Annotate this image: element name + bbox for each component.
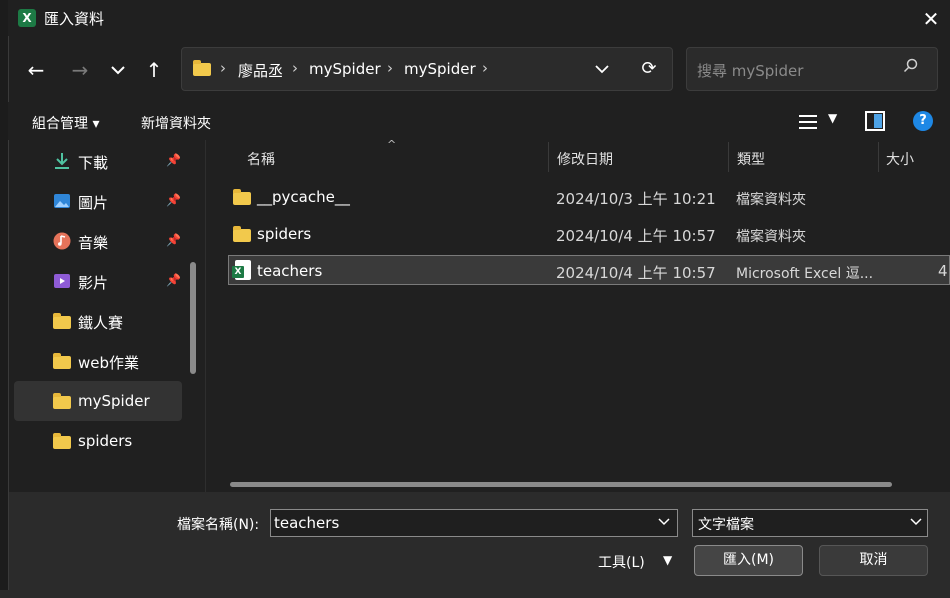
folder-icon xyxy=(233,226,251,242)
breadcrumb-separator: › xyxy=(292,59,298,77)
file-type: 檔案資料夾 xyxy=(736,192,806,208)
file-type-value: 文字檔案 xyxy=(698,517,754,533)
file-row[interactable]: __pycache__ 2024/10/3 上午 10:21 檔案資料夾 xyxy=(228,182,950,212)
recent-locations-chevron-icon[interactable] xyxy=(104,56,132,84)
preview-pane-icon[interactable] xyxy=(865,111,885,131)
up-arrow-icon[interactable]: ↑ xyxy=(140,56,168,84)
file-row[interactable]: spiders 2024/10/4 上午 10:57 檔案資料夾 xyxy=(228,219,950,249)
cancel-button[interactable]: 取消 xyxy=(819,545,928,576)
file-type-chevron-icon[interactable] xyxy=(910,515,922,530)
file-name: teachers xyxy=(257,262,323,280)
close-icon[interactable]: ✕ xyxy=(918,6,944,32)
tools-dropdown-caret-icon[interactable]: ▼ xyxy=(663,553,672,567)
sidebar-scrollbar[interactable] xyxy=(190,262,196,374)
title-bar xyxy=(8,0,950,36)
background-excel-strip xyxy=(0,590,950,598)
file-name: spiders xyxy=(257,225,312,243)
new-folder-button[interactable]: 新增資料夾 xyxy=(141,113,211,133)
sidebar-item-label: web作業 xyxy=(78,354,140,372)
excel-icon: X xyxy=(18,9,36,27)
sidebar-item-label: spiders xyxy=(78,432,133,450)
search-icon[interactable] xyxy=(903,58,919,78)
sidebar-item-music[interactable]: 音樂 📌 xyxy=(14,221,182,261)
dialog-title: 匯入資料 xyxy=(44,10,105,28)
column-header-date[interactable]: 修改日期 xyxy=(557,149,613,169)
pin-icon[interactable]: 📌 xyxy=(166,193,181,207)
pin-icon[interactable]: 📌 xyxy=(166,153,181,167)
videos-icon xyxy=(53,272,71,290)
column-header-size[interactable]: 大小 xyxy=(886,149,914,169)
column-divider[interactable] xyxy=(728,142,729,172)
sidebar-item-label: 音樂 xyxy=(78,234,109,252)
search-placeholder: 搜尋 mySpider xyxy=(697,62,804,80)
folder-icon xyxy=(233,189,251,205)
sidebar-item-folder[interactable]: spiders xyxy=(14,421,182,461)
breadcrumb-item[interactable]: 廖品丞 xyxy=(238,60,283,81)
organize-menu[interactable]: 組合管理 ▾ xyxy=(32,113,99,133)
folder-icon xyxy=(193,60,211,76)
column-header-type[interactable]: 類型 xyxy=(737,149,765,169)
dialog-footer xyxy=(9,492,950,590)
column-divider[interactable] xyxy=(548,142,549,172)
folder-icon xyxy=(53,433,71,449)
column-divider[interactable] xyxy=(878,142,879,172)
sidebar-item-folder[interactable]: web作業 xyxy=(14,341,182,381)
folder-icon xyxy=(53,313,71,329)
pane-divider xyxy=(205,140,206,492)
filename-dropdown-chevron-icon[interactable] xyxy=(658,515,670,530)
tools-menu[interactable]: 工具(L) xyxy=(598,552,645,572)
forward-arrow-icon[interactable]: → xyxy=(66,56,94,84)
sidebar-item-myspider[interactable]: mySpider xyxy=(14,381,182,421)
file-name: __pycache__ xyxy=(257,188,350,206)
pin-icon[interactable]: 📌 xyxy=(166,233,181,247)
sidebar-item-label: 下載 xyxy=(78,154,109,172)
sidebar-item-label: 鐵人賽 xyxy=(78,314,124,332)
column-header-name[interactable]: 名稱 xyxy=(247,149,275,169)
address-dropdown-chevron-icon[interactable] xyxy=(592,58,612,80)
pictures-icon xyxy=(53,192,71,210)
filename-input[interactable] xyxy=(270,509,678,537)
sidebar-item-label: 圖片 xyxy=(78,194,109,212)
sort-ascending-icon: ^ xyxy=(387,138,397,151)
file-row-selected[interactable]: teachers 2024/10/4 上午 10:57 Microsoft Ex… xyxy=(228,255,950,285)
filename-label: 檔案名稱(N): xyxy=(177,517,260,533)
horizontal-scrollbar[interactable] xyxy=(230,482,892,487)
import-button[interactable]: 匯入(M) xyxy=(694,545,803,576)
breadcrumb-item[interactable]: mySpider xyxy=(404,60,476,78)
file-date: 2024/10/3 上午 10:21 xyxy=(556,190,716,208)
file-size: 4 xyxy=(938,262,948,280)
sidebar-item-downloads[interactable]: 下載 📌 xyxy=(14,141,182,181)
excel-file-icon xyxy=(232,260,251,280)
sidebar-item-pictures[interactable]: 圖片 📌 xyxy=(14,181,182,221)
back-arrow-icon[interactable]: ← xyxy=(22,56,50,84)
file-type: 檔案資料夾 xyxy=(736,229,806,245)
sidebar-item-folder[interactable]: 鐵人賽 xyxy=(14,301,182,341)
breadcrumb-separator: › xyxy=(220,59,226,77)
folder-icon xyxy=(53,393,71,409)
sidebar-item-label: 影片 xyxy=(78,274,109,292)
file-date: 2024/10/4 上午 10:57 xyxy=(556,227,716,245)
sidebar-item-videos[interactable]: 影片 📌 xyxy=(14,261,182,301)
view-options-icon[interactable] xyxy=(797,111,819,131)
breadcrumb-separator: › xyxy=(482,59,488,77)
file-date: 2024/10/4 上午 10:57 xyxy=(556,264,716,282)
refresh-icon[interactable]: ⟳ xyxy=(638,58,660,80)
download-icon xyxy=(53,152,71,170)
file-type: Microsoft Excel 逗... xyxy=(736,266,874,282)
sidebar-item-label: mySpider xyxy=(78,392,150,410)
help-icon[interactable]: ? xyxy=(913,111,933,131)
pin-icon[interactable]: 📌 xyxy=(166,273,181,287)
breadcrumb-item[interactable]: mySpider xyxy=(309,60,381,78)
breadcrumb-separator: › xyxy=(387,59,393,77)
folder-icon xyxy=(53,353,71,369)
view-dropdown-caret-icon[interactable]: ▼ xyxy=(828,111,837,125)
music-icon xyxy=(53,232,71,250)
